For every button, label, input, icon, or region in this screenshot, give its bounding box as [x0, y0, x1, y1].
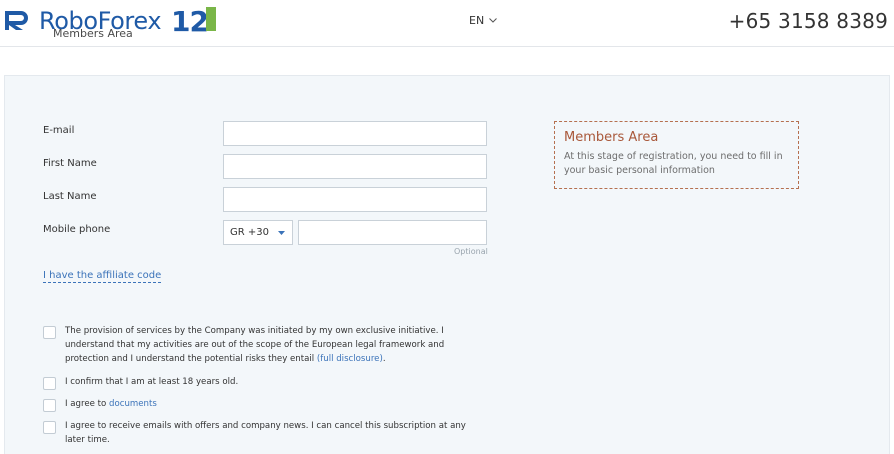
first-name-field[interactable] [224, 155, 486, 178]
site-header: RoboForex 12 Members Area EN +65 3158 83… [0, 0, 894, 47]
consent-row-age: I confirm that I am at least 18 years ol… [43, 375, 485, 390]
language-selector[interactable]: EN [469, 14, 498, 27]
years-number: 12 [171, 5, 209, 38]
email-label: E-mail [43, 125, 75, 136]
first-name-field-wrapper [223, 154, 487, 179]
documents-consent-text: I agree to documents [65, 399, 157, 409]
first-name-label: First Name [43, 158, 97, 169]
members-area-subtitle: Members Area [53, 27, 133, 40]
affiliate-code-link[interactable]: I have the affiliate code [43, 270, 162, 283]
members-area-info-box: Members Area At this stage of registrati… [554, 121, 799, 189]
initiative-consent-text: The provision of services by the Company… [65, 326, 445, 364]
consent-row-newsletter: I agree to receive emails with offers an… [43, 419, 485, 447]
country-code-select[interactable]: GR +30 [223, 220, 293, 245]
info-text: At this stage of registration, you need … [564, 151, 783, 176]
age-checkbox[interactable] [43, 377, 56, 390]
last-name-field-wrapper [223, 187, 487, 212]
dropdown-arrow-icon [278, 231, 285, 235]
optional-hint: Optional [454, 247, 488, 256]
email-field-wrapper [223, 121, 487, 146]
registration-panel: E-mail First Name Last Name Mobile phone… [4, 75, 890, 454]
chevron-down-icon [489, 18, 498, 23]
newsletter-consent-text: I agree to receive emails with offers an… [65, 421, 466, 445]
documents-checkbox[interactable] [43, 399, 56, 412]
years-badge [206, 7, 216, 31]
newsletter-checkbox[interactable] [43, 421, 56, 434]
mobile-phone-label: Mobile phone [43, 224, 111, 235]
roboforex-logo-icon [5, 11, 28, 30]
last-name-field[interactable] [224, 188, 486, 211]
phone-number[interactable]: +65 3158 8389 [729, 9, 888, 33]
mobile-phone-field[interactable] [299, 221, 486, 245]
full-disclosure-link[interactable]: (full disclosure) [317, 354, 383, 364]
info-title: Members Area [564, 130, 659, 145]
documents-link[interactable]: documents [109, 399, 157, 409]
email-field[interactable] [224, 122, 486, 145]
initiative-checkbox[interactable] [43, 326, 56, 339]
language-label: EN [469, 14, 485, 27]
age-consent-text: I confirm that I am at least 18 years ol… [65, 377, 239, 387]
country-code-value: GR +30 [230, 227, 269, 238]
consent-row-documents: I agree to documents [43, 397, 485, 412]
phone-field-wrapper [298, 220, 487, 245]
consent-row-initiative: The provision of services by the Company… [43, 324, 485, 366]
last-name-label: Last Name [43, 191, 97, 202]
